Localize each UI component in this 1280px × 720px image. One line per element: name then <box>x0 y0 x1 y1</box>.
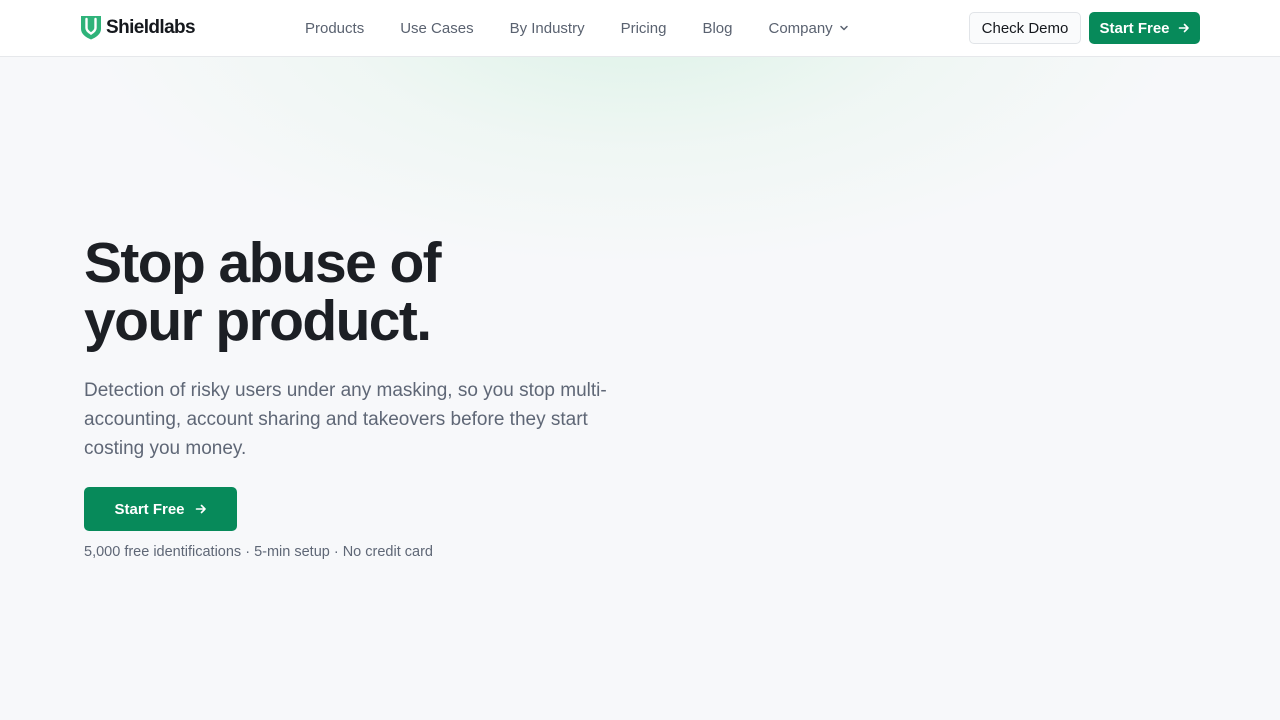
nav-item-label: Blog <box>702 19 733 37</box>
nav-item-label: Use Cases <box>400 19 474 37</box>
nav-item-by-industry[interactable]: By Industry <box>510 20 585 37</box>
check-demo-label: Check Demo <box>981 19 1069 37</box>
nav-item-use-cases[interactable]: Use Cases <box>400 20 473 37</box>
nav-item-company[interactable]: Company <box>768 20 848 37</box>
hero-title-line-2: your product. <box>84 289 432 353</box>
header-start-free-button[interactable]: Start Free <box>1089 12 1200 44</box>
main-nav: Products Use Cases By Industry Pricing B… <box>305 0 849 56</box>
nav-item-products[interactable]: Products <box>305 20 364 37</box>
hero-start-free-label: Start Free <box>114 500 185 518</box>
check-demo-button[interactable]: Check Demo <box>969 12 1081 44</box>
nav-item-label: Pricing <box>620 19 667 37</box>
start-free-label: Start Free <box>1099 19 1170 37</box>
nav-item-label: Company <box>768 19 833 37</box>
arrow-right-icon <box>195 504 206 514</box>
shield-logo-icon <box>81 16 101 40</box>
brand-logo[interactable]: Shieldlabs <box>80 15 196 40</box>
hero-title-line-1: Stop abuse of <box>84 231 442 295</box>
hero-title: Stop abuse of your product. <box>84 234 644 350</box>
nav-item-blog[interactable]: Blog <box>702 20 732 37</box>
top-navbar: Shieldlabs Products Use Cases By Industr… <box>0 0 1280 57</box>
brand-name: Shieldlabs <box>106 16 196 38</box>
hero-note: 5,000 free identifications · 5-min setup… <box>84 544 433 560</box>
nav-item-label: By Industry <box>509 19 585 37</box>
arrow-right-icon <box>1178 23 1189 33</box>
nav-item-label: Products <box>305 19 365 37</box>
chevron-down-icon <box>839 25 848 31</box>
landing-page: Shieldlabs Products Use Cases By Industr… <box>0 0 1280 720</box>
nav-item-pricing[interactable]: Pricing <box>621 20 667 37</box>
hero-subtitle: Detection of risky users under any maski… <box>84 380 607 459</box>
hero-start-free-button[interactable]: Start Free <box>84 487 237 531</box>
